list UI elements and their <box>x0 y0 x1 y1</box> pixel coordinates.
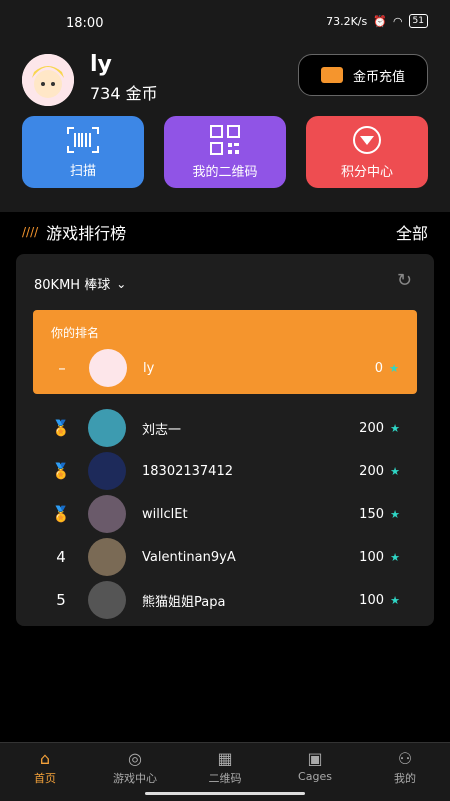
game-selector[interactable]: 80KMH 棒球 ⌄ <box>34 274 127 294</box>
player-name: ly <box>143 360 155 376</box>
coin-recharge-button[interactable]: 金币充值 <box>298 54 428 96</box>
rank-number: 5 <box>56 591 66 609</box>
leaderboard-heading: //// 游戏排行榜 <box>22 220 126 244</box>
qr-code-icon: ▦ <box>217 749 233 768</box>
avatar <box>88 538 126 576</box>
scan-label: 扫描 <box>69 163 96 179</box>
nav-qr-code[interactable]: ▦ 二维码 <box>190 749 260 786</box>
wifi-icon: ◠ <box>392 14 403 28</box>
battery-indicator: 51 <box>408 14 428 28</box>
player-score: 150 <box>359 506 384 522</box>
star-icon: ★ <box>389 361 399 375</box>
nav-cages[interactable]: ▣ Cages <box>280 749 350 783</box>
refresh-icon[interactable]: ↻ <box>397 270 412 291</box>
coin-icon <box>320 67 343 83</box>
player-score: 0 <box>374 360 383 376</box>
status-time: 18:00 <box>66 16 104 31</box>
rank-number: – <box>58 359 66 377</box>
points-center-label: 积分中心 <box>340 164 393 180</box>
star-icon: ★ <box>390 507 400 521</box>
star-icon: ★ <box>390 593 400 607</box>
alarm-icon: ⏰ <box>373 14 387 28</box>
player-score: 200 <box>359 463 384 479</box>
silver-medal-icon: 🏅 <box>51 462 71 480</box>
avatar <box>88 495 126 533</box>
nav-game-center[interactable]: ◎ 游戏中心 <box>100 749 170 786</box>
gamepad-icon: ◎ <box>128 749 142 768</box>
my-qr-code-button[interactable]: 我的二维码 <box>164 116 286 188</box>
leaderboard-title: 游戏排行榜 <box>46 224 127 243</box>
player-name: 18302137412 <box>142 463 233 479</box>
scan-button[interactable]: 扫描 <box>22 116 144 188</box>
bronze-medal-icon: 🏅 <box>51 505 71 523</box>
nav-profile[interactable]: ⚇ 我的 <box>370 749 440 786</box>
points-badge-icon <box>353 125 381 154</box>
status-bar: 18:00 73.2K/s ⏰ ◠ 51 <box>0 0 450 48</box>
table-row[interactable]: 🏅 willclEt 150 ★ <box>16 494 434 534</box>
rank-number: 4 <box>56 548 66 566</box>
avatar <box>88 581 126 619</box>
player-score: 100 <box>359 592 384 608</box>
player-name: Valentinan9yA <box>142 549 236 565</box>
network-speed: 73.2K/s <box>326 14 368 28</box>
leaderboard-card: 80KMH 棒球 ⌄ ↻ 你的排名 – ly 0 ★ 🏅 刘志一 200 ★ 🏅… <box>16 254 434 626</box>
star-icon: ★ <box>390 550 400 564</box>
my-rank-panel: 你的排名 – ly 0 ★ <box>33 310 417 394</box>
my-rank-row[interactable]: – ly 0 ★ <box>33 348 417 388</box>
coin-balance: 734 金币 <box>90 84 158 103</box>
player-name: 刘志一 <box>142 422 182 438</box>
player-score: 100 <box>359 549 384 565</box>
qr-code-icon <box>210 124 240 155</box>
table-row[interactable]: 🏅 18302137412 200 ★ <box>16 451 434 491</box>
table-row[interactable]: 4 Valentinan9yA 100 ★ <box>16 537 434 577</box>
player-name: willclEt <box>142 506 188 522</box>
stripes-icon: //// <box>22 225 39 239</box>
star-icon: ★ <box>390 464 400 478</box>
nav-label: 我的 <box>394 772 416 785</box>
points-center-button[interactable]: 积分中心 <box>306 116 428 188</box>
cages-icon: ▣ <box>307 749 323 768</box>
avatar <box>89 349 127 387</box>
my-qr-code-label: 我的二维码 <box>192 164 258 180</box>
barcode-scan-icon <box>67 126 99 153</box>
username: ly <box>90 52 112 77</box>
my-rank-label: 你的排名 <box>51 326 100 340</box>
nav-label: 游戏中心 <box>113 772 157 785</box>
avatar[interactable] <box>22 54 74 106</box>
game-name: 80KMH 棒球 <box>34 278 111 293</box>
status-icons: 73.2K/s ⏰ ◠ 51 <box>326 14 428 28</box>
recharge-label: 金币充值 <box>352 69 405 85</box>
profile-header: ly 734 金币 金币充值 扫描 我的二维码 积分中心 <box>0 48 450 212</box>
nav-label: 首页 <box>34 772 56 785</box>
table-row[interactable]: 5 熊猫姐姐Papa 100 ★ <box>16 580 434 620</box>
home-icon: ⌂ <box>39 749 51 768</box>
nav-label: 二维码 <box>208 772 242 785</box>
nav-home[interactable]: ⌂ 首页 <box>10 749 80 786</box>
avatar <box>88 409 126 447</box>
view-all-link[interactable]: 全部 <box>396 220 428 244</box>
player-name: 熊猫姐姐Papa <box>142 594 226 610</box>
nav-label: Cages <box>298 770 332 783</box>
chevron-down-icon: ⌄ <box>116 276 127 291</box>
table-row[interactable]: 🏅 刘志一 200 ★ <box>16 408 434 448</box>
profile-icon: ⚇ <box>397 749 413 768</box>
home-indicator[interactable] <box>145 792 305 795</box>
gold-medal-icon: 🏅 <box>51 419 71 437</box>
star-icon: ★ <box>390 421 400 435</box>
player-score: 200 <box>359 420 384 436</box>
avatar <box>88 452 126 490</box>
